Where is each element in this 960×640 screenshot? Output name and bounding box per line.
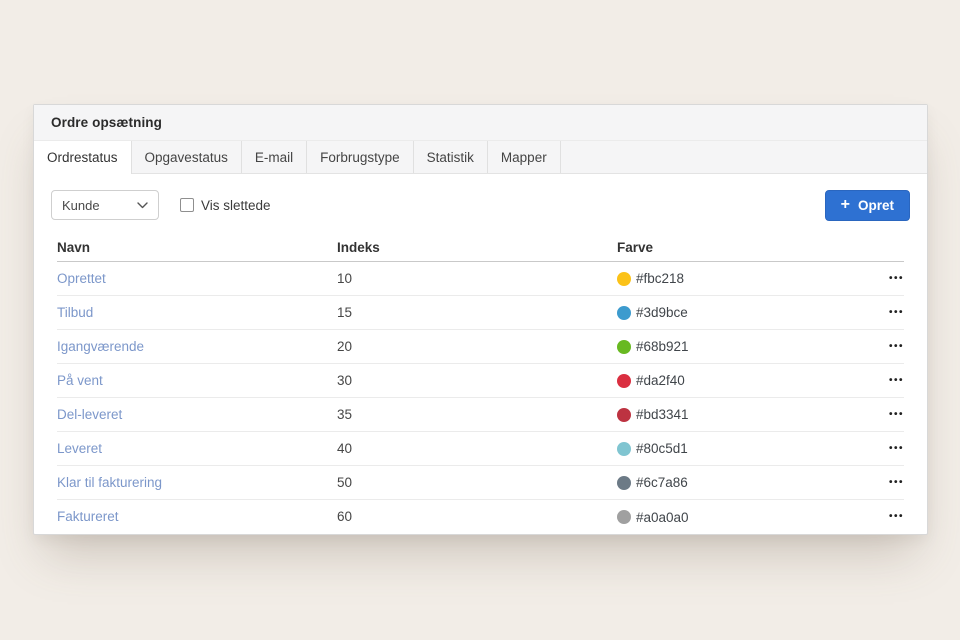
tab-label: Ordrestatus — [47, 150, 118, 165]
row-menu-button[interactable]: ••• — [885, 372, 904, 390]
color-dot — [617, 374, 631, 388]
status-table: Navn Indeks Farve Oprettet 10 #fbc218 ••… — [34, 234, 927, 534]
row-menu-button[interactable]: ••• — [885, 338, 904, 356]
row-menu-button[interactable]: ••• — [885, 440, 904, 458]
chevron-down-icon — [137, 202, 148, 209]
filter-select[interactable]: Kunde — [51, 190, 159, 220]
page-title: Ordre opsætning — [51, 115, 162, 130]
show-deleted-checkbox[interactable]: Vis slettede — [180, 198, 271, 213]
tab-label: Statistik — [427, 150, 474, 165]
index-value: 35 — [337, 407, 352, 422]
index-value: 30 — [337, 373, 352, 388]
table-row: På vent 30 #da2f40 ••• — [57, 364, 904, 398]
color-dot — [617, 442, 631, 456]
color-hex-value: #a0a0a0 — [636, 510, 689, 525]
status-name-link[interactable]: Oprettet — [57, 271, 106, 286]
index-value: 50 — [337, 475, 352, 490]
panel-header: Ordre opsætning — [34, 105, 927, 141]
color-dot — [617, 340, 631, 354]
filter-select-value: Kunde — [62, 198, 100, 213]
table-row: Klar til fakturering 50 #6c7a86 ••• — [57, 466, 904, 500]
status-name-link[interactable]: Leveret — [57, 441, 102, 456]
color-dot — [617, 476, 631, 490]
checkbox-label: Vis slettede — [201, 198, 271, 213]
row-menu-button[interactable]: ••• — [885, 270, 904, 288]
status-name-link[interactable]: Faktureret — [57, 509, 119, 524]
index-value: 15 — [337, 305, 352, 320]
color-hex-value: #6c7a86 — [636, 475, 688, 490]
checkbox-box[interactable] — [180, 198, 194, 212]
column-header-farve: Farve — [617, 240, 866, 255]
plus-icon: + — [841, 197, 850, 213]
index-value: 40 — [337, 441, 352, 456]
table-header-row: Navn Indeks Farve — [57, 234, 904, 262]
color-hex-value: #da2f40 — [636, 373, 685, 388]
tab-opgavestatus[interactable]: Opgavestatus — [132, 141, 242, 173]
color-dot — [617, 306, 631, 320]
tab-mapper[interactable]: Mapper — [488, 141, 561, 173]
order-setup-panel: Ordre opsætning Ordrestatus Opgavestatus… — [33, 104, 928, 535]
row-menu-button[interactable]: ••• — [885, 508, 904, 526]
status-name-link[interactable]: Tilbud — [57, 305, 93, 320]
status-name-link[interactable]: Igangværende — [57, 339, 144, 354]
status-name-link[interactable]: Del-leveret — [57, 407, 122, 422]
tab-label: E-mail — [255, 150, 293, 165]
index-value: 60 — [337, 509, 352, 524]
tab-ordrestatus[interactable]: Ordrestatus — [34, 141, 132, 174]
create-button-label: Opret — [858, 198, 894, 213]
color-hex-value: #3d9bce — [636, 305, 688, 320]
row-menu-button[interactable]: ••• — [885, 304, 904, 322]
tab-label: Mapper — [501, 150, 547, 165]
color-hex-value: #68b921 — [636, 339, 689, 354]
status-name-link[interactable]: Klar til fakturering — [57, 475, 162, 490]
color-dot — [617, 408, 631, 422]
toolbar: Kunde Vis slettede + Opret — [34, 174, 927, 234]
row-menu-button[interactable]: ••• — [885, 406, 904, 424]
index-value: 20 — [337, 339, 352, 354]
color-hex-value: #80c5d1 — [636, 441, 688, 456]
table-row: Leveret 40 #80c5d1 ••• — [57, 432, 904, 466]
page-background: Ordre opsætning Ordrestatus Opgavestatus… — [0, 0, 960, 640]
status-name-link[interactable]: På vent — [57, 373, 103, 388]
tab-label: Opgavestatus — [145, 150, 228, 165]
table-row: Faktureret 60 #a0a0a0 ••• — [57, 500, 904, 534]
column-header-indeks: Indeks — [337, 240, 617, 255]
table-body: Oprettet 10 #fbc218 ••• Tilbud 15 #3d9bc… — [57, 262, 904, 534]
tab-e-mail[interactable]: E-mail — [242, 141, 307, 173]
color-dot — [617, 510, 631, 524]
table-row: Igangværende 20 #68b921 ••• — [57, 330, 904, 364]
column-header-navn: Navn — [57, 240, 337, 255]
tab-statistik[interactable]: Statistik — [414, 141, 488, 173]
index-value: 10 — [337, 271, 352, 286]
tab-forbrugstype[interactable]: Forbrugstype — [307, 141, 414, 173]
color-hex-value: #fbc218 — [636, 271, 684, 286]
color-hex-value: #bd3341 — [636, 407, 689, 422]
tab-bar: Ordrestatus Opgavestatus E-mail Forbrugs… — [34, 141, 927, 174]
tab-label: Forbrugstype — [320, 150, 400, 165]
color-dot — [617, 272, 631, 286]
row-menu-button[interactable]: ••• — [885, 474, 904, 492]
table-row: Oprettet 10 #fbc218 ••• — [57, 262, 904, 296]
table-row: Tilbud 15 #3d9bce ••• — [57, 296, 904, 330]
table-row: Del-leveret 35 #bd3341 ••• — [57, 398, 904, 432]
create-button[interactable]: + Opret — [825, 190, 910, 221]
